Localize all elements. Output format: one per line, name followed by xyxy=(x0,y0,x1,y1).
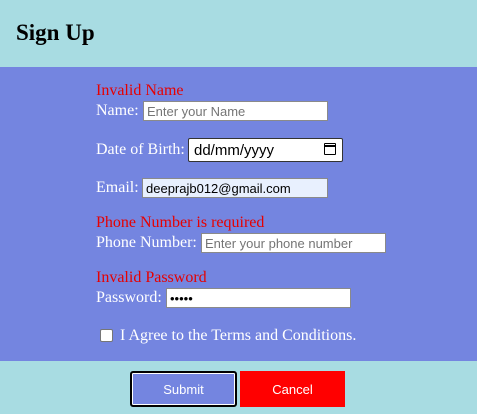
email-input[interactable] xyxy=(142,178,328,198)
email-label: Email: xyxy=(96,179,139,196)
cancel-button[interactable]: Cancel xyxy=(240,371,345,407)
calendar-icon[interactable] xyxy=(324,143,336,155)
dob-value: dd/mm/yyyy xyxy=(194,142,275,159)
terms-label[interactable]: I Agree to the Terms and Conditions. xyxy=(120,327,356,345)
signup-form: Invalid Name Name: Date of Birth: dd/mm/… xyxy=(0,67,477,361)
phone-label: Phone Number: xyxy=(96,234,197,251)
dob-input[interactable]: dd/mm/yyyy xyxy=(188,138,343,162)
name-input[interactable] xyxy=(143,101,328,121)
name-label: Name: xyxy=(96,102,139,119)
password-error: Invalid Password xyxy=(96,269,207,286)
password-label: Password: xyxy=(96,289,162,306)
submit-button[interactable]: Submit xyxy=(130,371,237,407)
name-error: Invalid Name xyxy=(96,82,184,99)
terms-checkbox[interactable] xyxy=(100,329,113,342)
page-title: Sign Up xyxy=(16,20,95,45)
page-header: Sign Up xyxy=(0,0,477,67)
password-input[interactable] xyxy=(166,288,351,308)
phone-error: Phone Number is required xyxy=(96,214,265,231)
phone-input[interactable] xyxy=(201,233,386,253)
dob-label: Date of Birth: xyxy=(96,141,185,158)
form-actions: Submit Cancel xyxy=(0,361,477,414)
